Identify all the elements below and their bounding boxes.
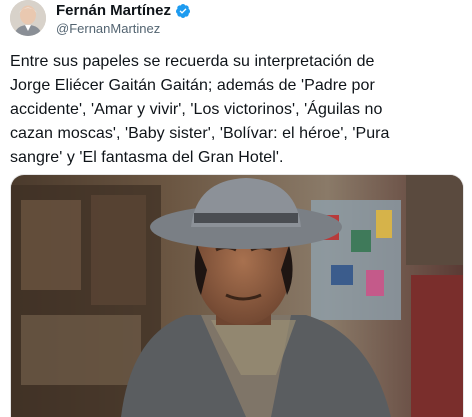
tweet-text-line: accidente', 'Amar y vivir', 'Los victori… [10,101,383,118]
author-name[interactable]: Fernán Martínez [56,2,171,20]
avatar-photo-icon [10,0,46,36]
tweet-photo[interactable] [10,174,464,417]
author-handle[interactable]: @FernanMartinez [56,21,160,36]
tweet-text-line: Jorge Eliécer Gaitán Gaitán; además de '… [10,77,375,94]
verified-badge-icon [175,3,191,19]
author-name-row: Fernán Martínez [56,2,191,20]
tweet-text-line: cazan moscas', 'Baby sister', 'Bolívar: … [10,125,390,142]
tweet-card[interactable]: Fernán Martínez @FernanMartinez Entre su… [0,0,472,417]
tweet-text: Entre sus papeles se recuerda su interpr… [10,50,460,170]
author-avatar[interactable] [10,0,46,36]
tweet-text-line: sangre' y 'El fantasma del Gran Hotel'. [10,149,284,166]
tweet-text-line: Entre sus papeles se recuerda su interpr… [10,53,375,70]
photo-of-actor-in-hat-icon [11,175,463,417]
